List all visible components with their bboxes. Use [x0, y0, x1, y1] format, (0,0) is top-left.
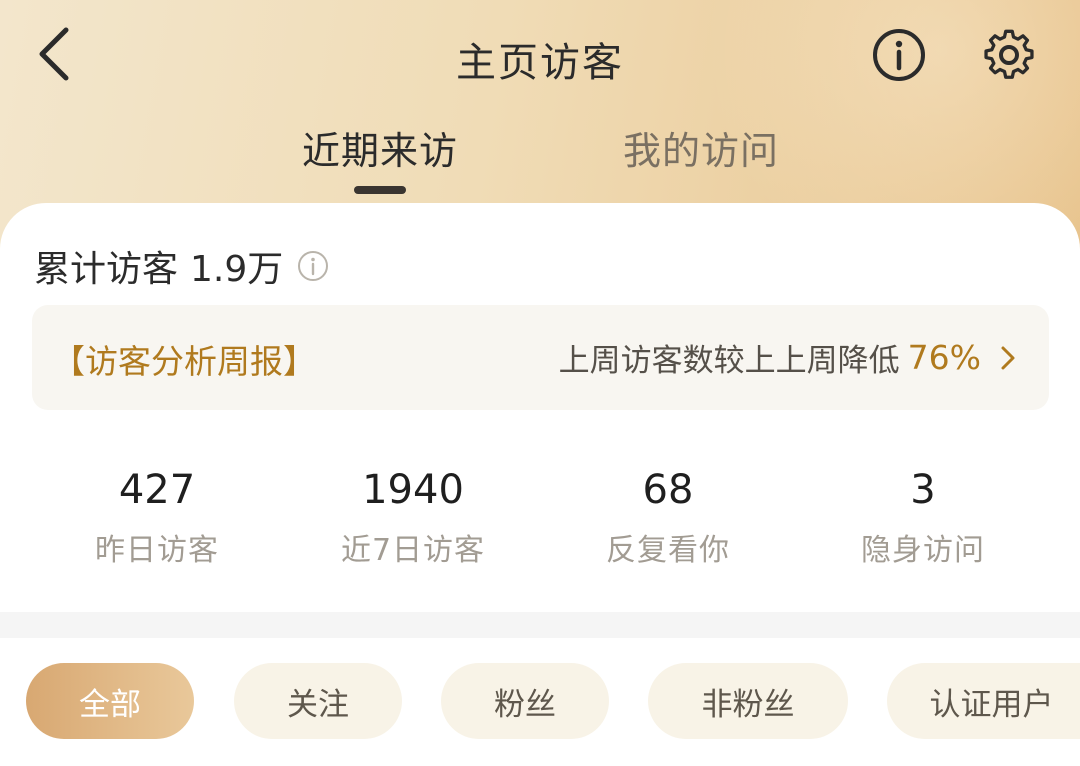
stat-value: 1940: [362, 467, 464, 513]
stat-value: 427: [118, 467, 196, 513]
visitor-summary-card: 累计访客 1.9万 【访客分析周报】 上周访客数较上上周降低 76% 427 昨…: [0, 203, 1080, 613]
top-bar: 主页访客: [0, 0, 1080, 110]
active-tab-indicator: [354, 186, 406, 194]
filter-chip-following[interactable]: 关注: [234, 663, 402, 739]
filter-chip-fans[interactable]: 粉丝: [441, 663, 609, 739]
report-title: 【访客分析周报】: [52, 342, 316, 381]
settings-button[interactable]: [980, 26, 1038, 84]
visitor-stats: 427 昨日访客 1940 近7日访客 68 反复看你 3 隐身访问: [0, 465, 1080, 575]
total-visitors-value: 1.9万: [190, 249, 284, 290]
stat-label: 近7日访客: [340, 533, 486, 568]
info-circle-icon[interactable]: [297, 250, 329, 282]
report-description: 上周访客数较上上周降低: [558, 343, 900, 379]
stat-label: 反复看你: [606, 533, 730, 568]
stat-last-7-days[interactable]: 1940 近7日访客: [293, 465, 533, 569]
visitor-tabs: 近期来访 我的访问: [0, 120, 1080, 200]
stat-value: 68: [642, 467, 694, 513]
stat-repeat-visitors[interactable]: 68 反复看你: [548, 465, 788, 569]
gear-icon: [984, 29, 1034, 79]
stat-label: 昨日访客: [95, 533, 219, 568]
total-visitors-row: 累计访客 1.9万: [34, 241, 329, 291]
filter-chip-verified[interactable]: 认证用户: [887, 663, 1080, 739]
back-button[interactable]: [30, 22, 80, 86]
report-percent: 76%: [907, 338, 981, 377]
filter-chip-all[interactable]: 全部: [26, 663, 194, 739]
section-divider: [0, 612, 1080, 638]
total-visitors-label: 累计访客: [34, 249, 179, 290]
info-button[interactable]: [872, 28, 926, 82]
stat-hidden-visits[interactable]: 3 隐身访问: [803, 465, 1043, 569]
stat-label: 隐身访问: [861, 533, 985, 568]
report-summary: 上周访客数较上上周降低 76%: [559, 335, 1019, 380]
chevron-right-icon: [1001, 346, 1015, 369]
stat-yesterday[interactable]: 427 昨日访客: [37, 465, 277, 569]
tab-recent-visits[interactable]: 近期来访: [302, 120, 458, 175]
filter-chip-non-fans[interactable]: 非粉丝: [648, 663, 848, 739]
visitor-filter-chips: 全部 关注 粉丝 非粉丝 认证用户: [0, 663, 1080, 739]
stat-value: 3: [910, 467, 936, 513]
tab-my-visits[interactable]: 我的访问: [623, 120, 779, 175]
weekly-report-banner[interactable]: 【访客分析周报】 上周访客数较上上周降低 76%: [32, 305, 1049, 410]
info-circle-icon: [873, 29, 925, 81]
chevron-left-icon: [39, 27, 69, 81]
